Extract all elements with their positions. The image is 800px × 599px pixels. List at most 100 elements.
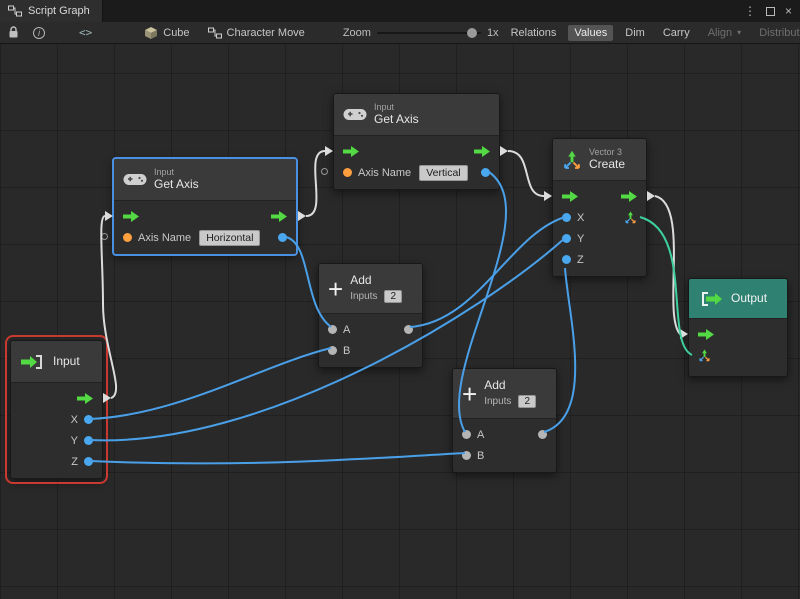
chevron-down-icon: ▾	[737, 28, 741, 37]
port-z-label: Z	[71, 456, 78, 468]
close-icon[interactable]: ×	[785, 5, 792, 17]
flow-connection-getaxis-horizontal-to-vertical	[306, 151, 325, 216]
maximize-icon[interactable]	[766, 7, 775, 16]
vector3-icon	[562, 150, 582, 170]
code-icon: <>	[79, 26, 92, 39]
data-connection-input-z-to-add2-b	[90, 453, 465, 463]
gamepad-icon	[343, 107, 367, 122]
add-icon: +	[328, 276, 343, 302]
graph-canvas[interactable]: Input Get Axis Axis Name Vertical	[0, 44, 800, 599]
align-button[interactable]: Align ▾	[702, 25, 747, 41]
node-vector3-create[interactable]: Vector 3 Create X Y	[552, 138, 647, 277]
zoom-slider-handle[interactable]	[467, 28, 477, 38]
node-title: Get Axis	[374, 113, 419, 127]
data-connection-add-to-vector3-x	[410, 217, 565, 327]
port-b-in[interactable]	[462, 451, 471, 460]
distribute-label: Distribute	[759, 27, 800, 39]
flow-out-port[interactable]	[474, 146, 490, 157]
port-z-label: Z	[577, 254, 584, 266]
node-header: Input Get Axis	[334, 94, 499, 136]
port-x-in[interactable]	[562, 213, 571, 222]
axis-name-field[interactable]: Vertical	[419, 165, 467, 181]
node-title: Get Axis	[154, 178, 199, 192]
flow-out-port[interactable]	[271, 211, 287, 222]
node-title: Add	[484, 379, 536, 393]
port-b-label: B	[343, 345, 350, 357]
vector-out-port[interactable]	[624, 211, 637, 224]
node-header: Output	[689, 279, 787, 319]
node-title: Input	[53, 355, 80, 369]
param-label: Axis Name	[138, 232, 191, 244]
lock-button[interactable]	[4, 24, 23, 41]
add-icon: +	[462, 381, 477, 407]
gamepad-icon	[123, 172, 147, 187]
node-header: Input Get Axis	[114, 159, 296, 201]
values-button[interactable]: Values	[568, 25, 613, 41]
zoom-slider-track	[377, 32, 481, 34]
zoom-slider[interactable]	[377, 27, 481, 39]
port-x-label: X	[577, 212, 584, 224]
node-get-axis-vertical[interactable]: Input Get Axis Axis Name Vertical	[333, 93, 500, 190]
param-label: Axis Name	[358, 167, 411, 179]
tab-title: Script Graph	[28, 5, 90, 17]
script-graph-icon	[8, 5, 22, 17]
flow-out-port[interactable]	[77, 393, 93, 404]
node-add-top[interactable]: + Add Inputs 2 A B	[318, 263, 423, 368]
info-icon: i	[33, 27, 45, 39]
align-label: Align	[708, 27, 732, 39]
axis-name-field[interactable]: Horizontal	[199, 230, 260, 246]
output-arrow-icon	[698, 291, 724, 307]
breadcrumb-cube[interactable]: Cube	[138, 24, 195, 42]
sum-out-port[interactable]	[404, 325, 413, 334]
unconnected-port-indicator[interactable]	[321, 168, 328, 175]
node-header: + Add Inputs 2	[319, 264, 422, 314]
inputs-count-field[interactable]: 2	[518, 395, 536, 409]
vector-in-port[interactable]	[698, 349, 711, 362]
distribute-button[interactable]: Distribute ▾	[753, 25, 800, 41]
breadcrumb-cube-label: Cube	[163, 27, 189, 39]
value-out-port[interactable]	[278, 233, 287, 242]
code-view-button[interactable]: <>	[75, 24, 96, 41]
axis-name-in-port[interactable]	[343, 168, 352, 177]
info-button[interactable]: i	[29, 25, 49, 41]
node-output-unit[interactable]: Output	[688, 278, 788, 377]
cube-icon	[144, 26, 158, 40]
port-z-out[interactable]	[84, 457, 93, 466]
inputs-label: Inputs	[484, 396, 511, 408]
flow-in-port[interactable]	[562, 191, 578, 202]
port-y-out[interactable]	[84, 436, 93, 445]
axis-name-in-port[interactable]	[123, 233, 132, 242]
tab-script-graph[interactable]: Script Graph	[0, 0, 103, 22]
flow-connection-getaxis-vertical-to-vector3	[508, 151, 544, 196]
tab-bar: Script Graph ⋮ ×	[0, 0, 800, 22]
port-a-in[interactable]	[328, 325, 337, 334]
port-y-label: Y	[71, 435, 78, 447]
value-out-port[interactable]	[481, 168, 490, 177]
breadcrumb-character-move[interactable]: Character Move	[202, 25, 311, 41]
kebab-menu-icon[interactable]: ⋮	[744, 5, 756, 17]
sum-out-port[interactable]	[538, 430, 547, 439]
port-y-in[interactable]	[562, 234, 571, 243]
port-x-out[interactable]	[84, 415, 93, 424]
port-a-in[interactable]	[462, 430, 471, 439]
port-y-label: Y	[577, 233, 584, 245]
node-title: Output	[731, 292, 767, 306]
node-input-unit[interactable]: Input X Y Z	[10, 340, 103, 479]
port-z-in[interactable]	[562, 255, 571, 264]
relations-button[interactable]: Relations	[505, 25, 563, 41]
unconnected-port-indicator[interactable]	[101, 233, 108, 240]
port-b-in[interactable]	[328, 346, 337, 355]
flow-in-port[interactable]	[123, 211, 139, 222]
flow-in-port[interactable]	[698, 329, 714, 340]
node-header: Input	[11, 341, 102, 383]
carry-button[interactable]: Carry	[657, 25, 696, 41]
node-get-axis-horizontal[interactable]: Input Get Axis Axis Name Horizontal	[113, 158, 297, 255]
flow-in-port[interactable]	[343, 146, 359, 157]
dim-button[interactable]: Dim	[619, 25, 651, 41]
node-header: Vector 3 Create	[553, 139, 646, 181]
node-add-bottom[interactable]: + Add Inputs 2 A B	[452, 368, 557, 473]
flow-out-port[interactable]	[621, 191, 637, 202]
port-a-label: A	[343, 324, 350, 336]
inputs-count-field[interactable]: 2	[384, 290, 402, 304]
node-title: Add	[350, 274, 402, 288]
